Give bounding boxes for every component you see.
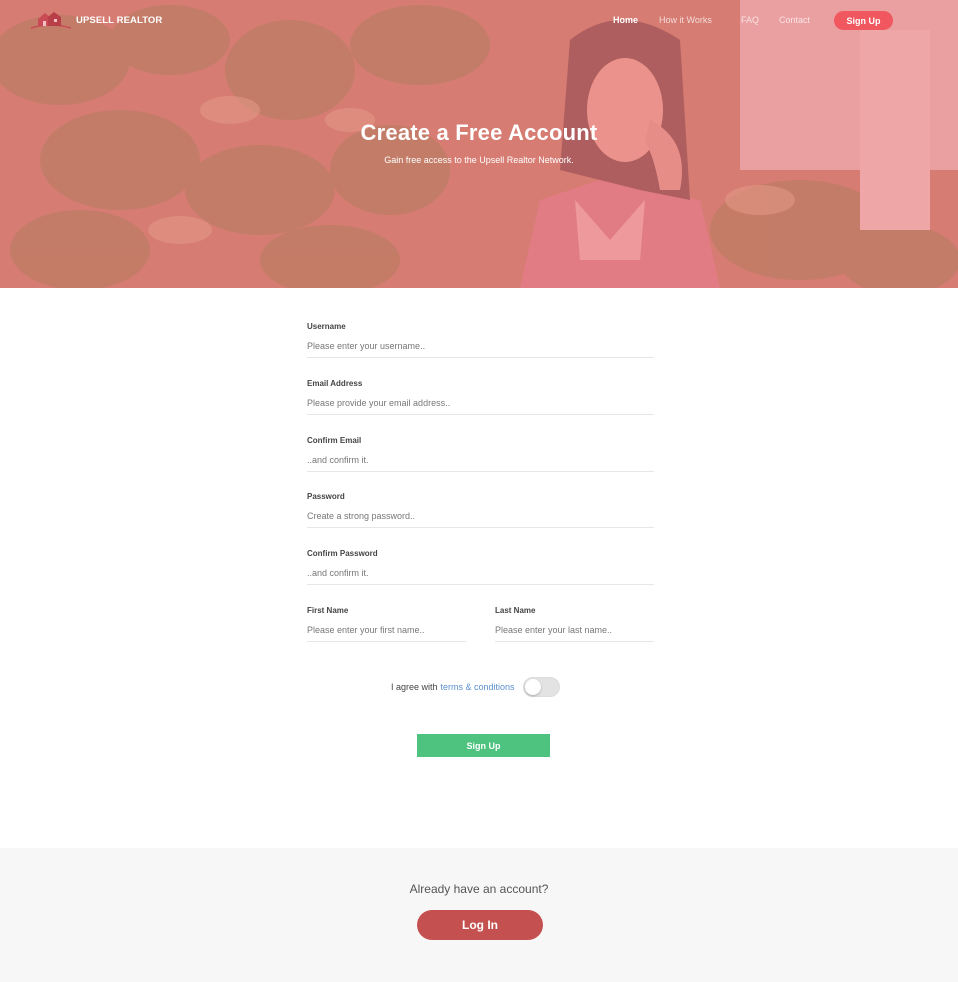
agree-text: I agree with [391,682,438,692]
first-name-label: First Name [307,606,349,615]
confirm-email-label: Confirm Email [307,436,362,445]
login-prompt-section: Already have an account? Log In [0,848,958,982]
confirm-email-underline [307,471,654,472]
nav-faq[interactable]: FAQ [741,15,759,25]
username-underline [307,357,654,358]
email-underline [307,414,654,415]
last-name-label: Last Name [495,606,536,615]
first-name-underline [307,641,466,642]
username-input[interactable] [307,339,654,353]
confirm-email-input[interactable] [307,453,654,467]
signup-submit-button[interactable]: Sign Up [417,734,550,757]
terms-link[interactable]: terms & conditions [441,682,515,692]
username-label: Username [307,322,346,331]
last-name-input[interactable] [495,623,654,637]
password-label: Password [307,492,345,501]
password-field-group: Password [307,492,654,528]
username-field-group: Username [307,322,654,358]
last-name-field-group: Last Name [495,606,654,642]
confirm-password-input[interactable] [307,566,654,580]
confirm-password-underline [307,584,654,585]
login-button[interactable]: Log In [417,910,543,940]
nav-signup-button[interactable]: Sign Up [834,11,893,30]
password-input[interactable] [307,509,654,523]
page-subtitle: Gain free access to the Upsell Realtor N… [384,155,574,165]
already-have-account-text: Already have an account? [409,882,549,896]
last-name-underline [495,641,654,642]
email-field-group: Email Address [307,379,654,415]
terms-toggle[interactable] [522,677,560,697]
first-name-input[interactable] [307,623,466,637]
confirm-password-field-group: Confirm Password [307,549,654,585]
brand-name: UPSELL REALTOR [76,14,163,26]
confirm-email-field-group: Confirm Email [307,436,654,472]
first-name-field-group: First Name [307,606,466,642]
email-input[interactable] [307,396,654,410]
email-label: Email Address [307,379,363,388]
page-title: Create a Free Account [360,120,598,145]
house-logo-icon [30,12,72,29]
nav-home[interactable]: Home [613,15,638,25]
hero-banner: UPSELL REALTOR Home How it Works FAQ Con… [0,0,958,288]
confirm-password-label: Confirm Password [307,549,378,558]
nav-how-it-works[interactable]: How it Works [659,15,712,25]
terms-agreement: I agree with terms & conditions [391,677,560,697]
nav-contact[interactable]: Contact [779,15,810,25]
brand[interactable]: UPSELL REALTOR [30,8,162,32]
toggle-knob [524,679,541,695]
password-underline [307,527,654,528]
